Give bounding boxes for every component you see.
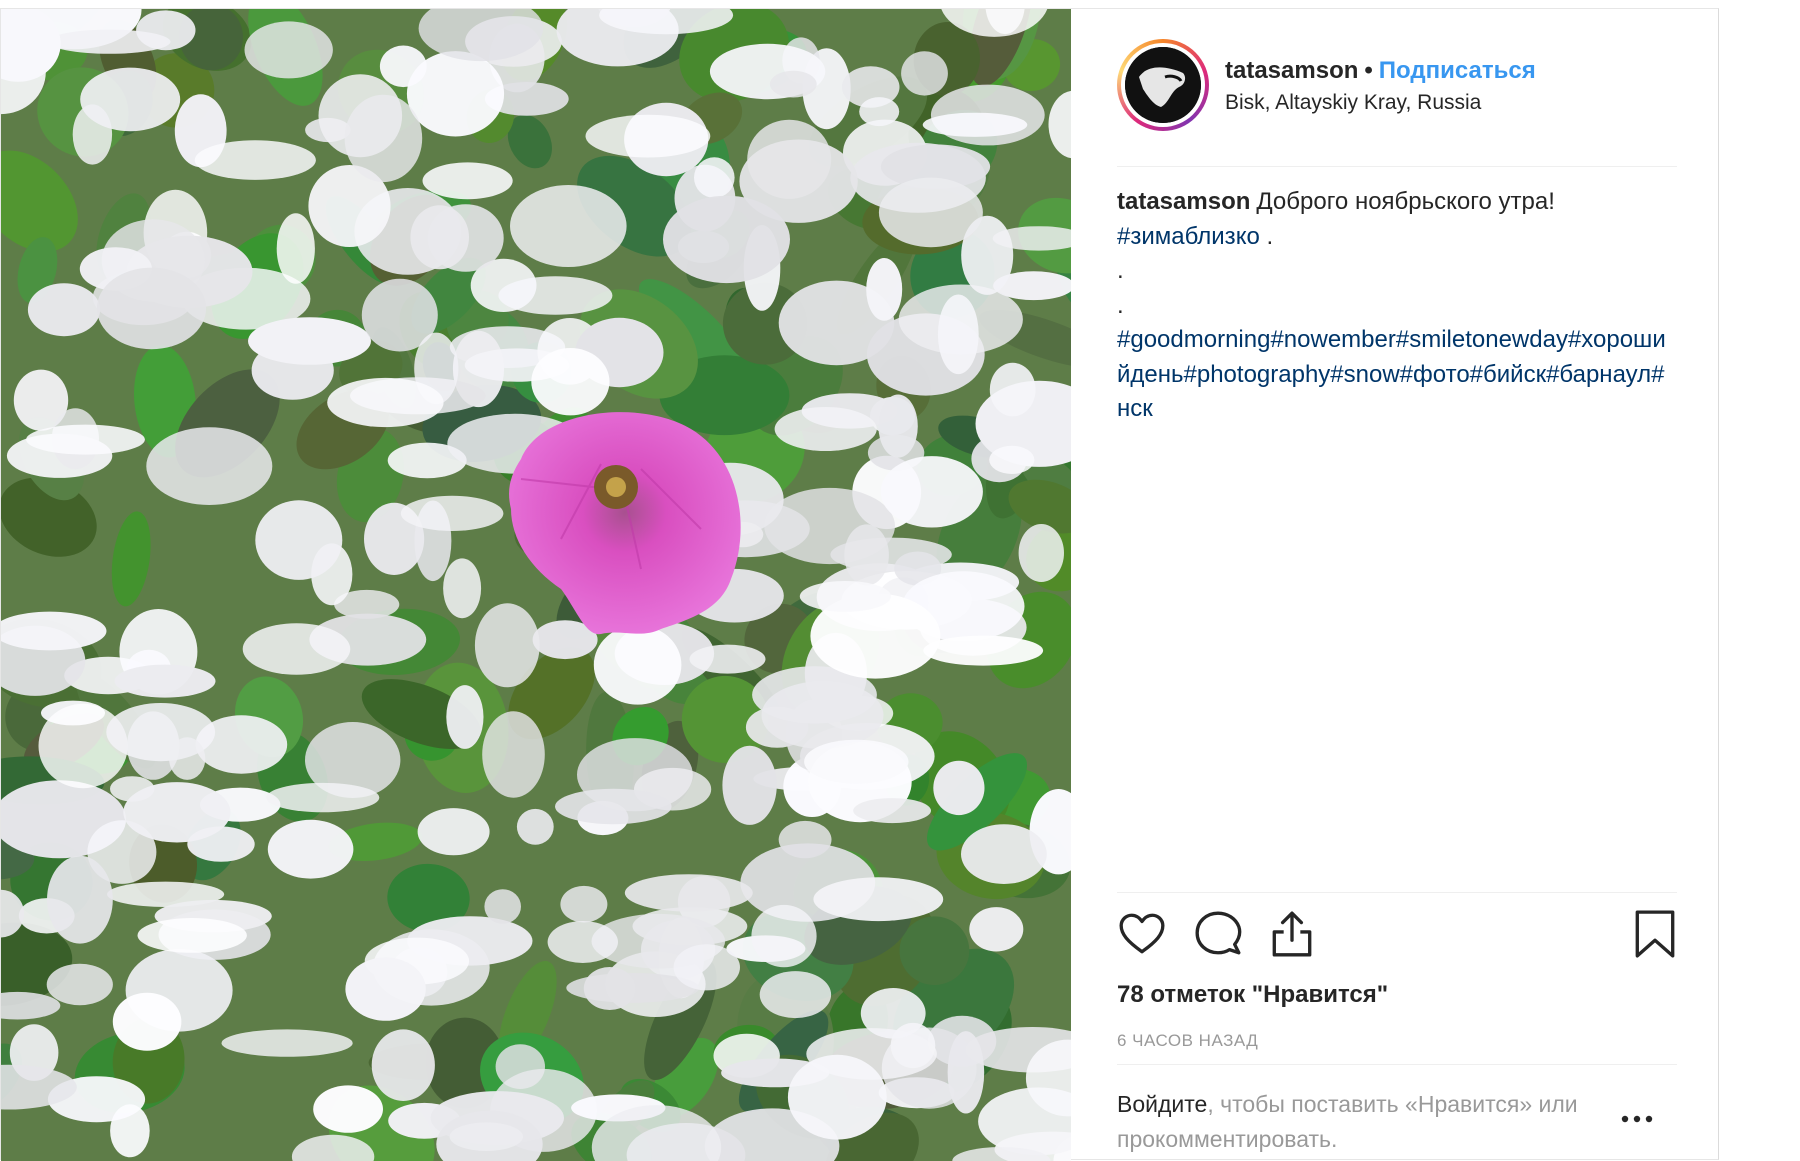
- post-timestamp[interactable]: 6 ЧАСОВ НАЗАД: [1117, 1031, 1258, 1051]
- story-ring[interactable]: [1117, 39, 1209, 131]
- header-divider: [1117, 166, 1677, 167]
- follow-button[interactable]: Подписаться: [1379, 57, 1536, 84]
- heart-icon[interactable]: [1117, 909, 1167, 964]
- comment-icon[interactable]: [1193, 909, 1243, 964]
- post-photo[interactable]: [1, 9, 1071, 1161]
- avatar[interactable]: [1125, 47, 1201, 123]
- more-options-icon[interactable]: [1617, 1109, 1657, 1129]
- caption: tatasamson Доброго ноябрьского утра! #зим…: [1117, 185, 1677, 427]
- hashtag-link[interactable]: #зимаблизко: [1117, 223, 1260, 250]
- caption-username[interactable]: tatasamson: [1117, 188, 1250, 215]
- caption-text: Доброго ноябрьского утра!: [1256, 188, 1555, 215]
- login-prompt: Войдите, чтобы поставить «Нравится» или …: [1117, 1087, 1617, 1157]
- hashtag-list[interactable]: #goodmorning#nowember#smiletonewday#хоро…: [1117, 323, 1677, 427]
- username-link[interactable]: tatasamson: [1225, 57, 1358, 84]
- action-bar: [1117, 909, 1677, 965]
- caption-text-suffix: .: [1259, 222, 1274, 250]
- post-header: tatasamson • Подписаться Bisk, Altayskiy K…: [1117, 35, 1677, 135]
- share-icon[interactable]: [1267, 909, 1317, 964]
- post-sidebar: tatasamson • Подписаться Bisk, Altayskiy K…: [1071, 9, 1718, 1159]
- login-link[interactable]: Войдите: [1117, 1091, 1207, 1117]
- actions-divider: [1117, 892, 1677, 893]
- caption-dot: .: [1117, 257, 1124, 284]
- post-card: tatasamson • Подписаться Bisk, Altayskiy K…: [0, 8, 1719, 1161]
- bookmark-icon[interactable]: [1633, 909, 1677, 964]
- login-divider: [1117, 1064, 1677, 1065]
- caption-dot: .: [1117, 291, 1124, 319]
- snow-flower-image: [1, 9, 1071, 1161]
- separator-dot: •: [1364, 57, 1373, 84]
- location-link[interactable]: Bisk, Altayskiy Kray, Russia: [1225, 91, 1536, 115]
- likes-count[interactable]: 78 отметок "Нравится": [1117, 981, 1388, 1009]
